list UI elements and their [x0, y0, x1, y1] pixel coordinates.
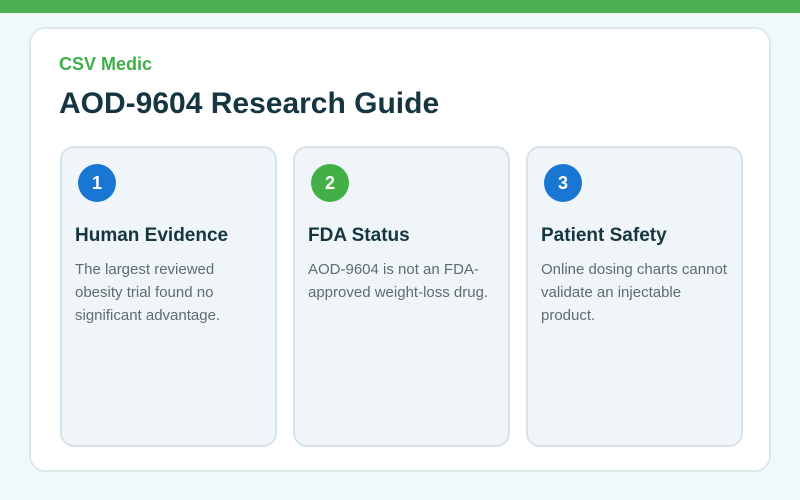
step-number-badge: 3	[544, 164, 582, 202]
panel-description: The largest reviewed obesity trial found…	[75, 261, 221, 324]
panel-description: AOD-9604 is not an FDA-approved weight-l…	[308, 261, 489, 301]
panel-heading: FDA Status	[308, 225, 410, 246]
step-number-badge: 1	[78, 164, 116, 202]
top-accent-bar	[0, 0, 800, 13]
panel-human-evidence: 1 Human Evidence The largest reviewed ob…	[60, 146, 277, 447]
guide-card: CSV Medic AOD-9604 Research Guide 1 Huma…	[29, 27, 771, 472]
page-title: AOD-9604 Research Guide	[59, 87, 440, 120]
panel-patient-safety: 3 Patient Safety Online dosing charts ca…	[526, 146, 743, 447]
panel-description: Online dosing charts cannot validate an …	[541, 261, 727, 324]
step-number-badge: 2	[311, 164, 349, 202]
panel-fda-status: 2 FDA Status AOD-9604 is not an FDA-appr…	[293, 146, 510, 447]
panel-heading: Human Evidence	[75, 225, 229, 246]
panel-heading: Patient Safety	[541, 225, 667, 246]
brand-name: CSV Medic	[59, 54, 153, 74]
